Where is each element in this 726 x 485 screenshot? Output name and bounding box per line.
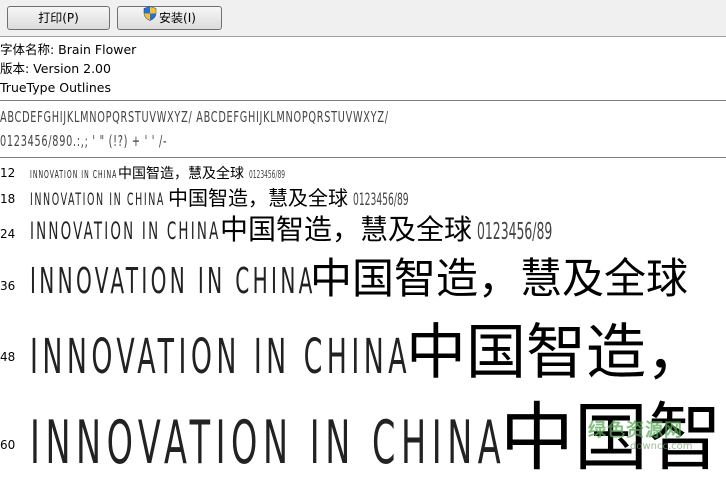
install-button[interactable]: 安装(I) xyxy=(117,6,222,30)
glyph-set-digits: 0123456/890.:,; ' " (!?) + ' ' /- xyxy=(0,132,168,150)
sample-row-24: INNOVATION IN CHINA中国智造，慧及全球 0123456/89 xyxy=(30,208,603,248)
separator xyxy=(0,100,726,101)
sample-row-36: INNOVATION IN CHINA中国智造，慧及全球 xyxy=(30,245,688,306)
watermark-url: downcc.com xyxy=(630,441,693,452)
sample-digits: 0123456/89 xyxy=(353,190,409,210)
font-type-line: TrueType Outlines xyxy=(0,80,111,95)
font-name-line: 字体名称: Brain Flower xyxy=(0,42,137,57)
install-button-label: 安装(I) xyxy=(159,11,196,25)
print-button-label: 打印(P) xyxy=(38,11,79,25)
sample-size-label: 36 xyxy=(0,279,16,293)
sample-row-12: INNOVATION IN CHINA中国智造，慧及全球 0123456/89 xyxy=(30,163,309,183)
sample-latin: INNOVATION IN CHINA xyxy=(30,329,412,385)
glyph-set-letters: ABCDEFGHIJKLMNOPQRSTUVWXYZ/ ABCDEFGHIJKL… xyxy=(0,108,389,126)
sample-latin: INNOVATION IN CHINA xyxy=(30,261,316,302)
sample-cjk: 中国智造，慧及全球 xyxy=(168,186,348,210)
uac-shield-icon xyxy=(143,6,157,28)
sample-size-label: 24 xyxy=(0,227,16,241)
font-info: 字体名称: Brain Flower 版本: Version 2.00 True… xyxy=(0,40,136,97)
sample-digits: 0123456/89 xyxy=(249,168,286,181)
sample-size-label: 18 xyxy=(0,192,16,206)
sample-latin: INNOVATION IN CHINA xyxy=(30,190,165,210)
toolbar: 打印(P) 安装(I) xyxy=(0,0,726,37)
sample-size-label: 12 xyxy=(0,166,16,180)
separator xyxy=(0,157,726,158)
sample-size-label: 48 xyxy=(0,350,16,364)
sample-row-18: INNOVATION IN CHINA 中国智造，慧及全球 0123456/89 xyxy=(30,182,446,211)
sample-size-label: 60 xyxy=(0,438,16,452)
sample-latin: INNOVATION IN CHINA xyxy=(30,408,507,478)
sample-latin: INNOVATION IN CHINA xyxy=(30,168,118,181)
sample-cjk: 中国智造，慧及全球 xyxy=(310,254,689,303)
font-version-line: 版本: Version 2.00 xyxy=(0,61,111,76)
sample-cjk: 中国智造，慧及全球 xyxy=(220,213,473,246)
print-button[interactable]: 打印(P) xyxy=(7,6,110,30)
sample-latin: INNOVATION IN CHINA xyxy=(30,217,221,245)
sample-digits: 0123456/89 xyxy=(477,219,553,245)
sample-cjk: 中国智造，慧及全球 xyxy=(118,166,244,182)
watermark-text: 绿色资源网 xyxy=(588,420,683,441)
